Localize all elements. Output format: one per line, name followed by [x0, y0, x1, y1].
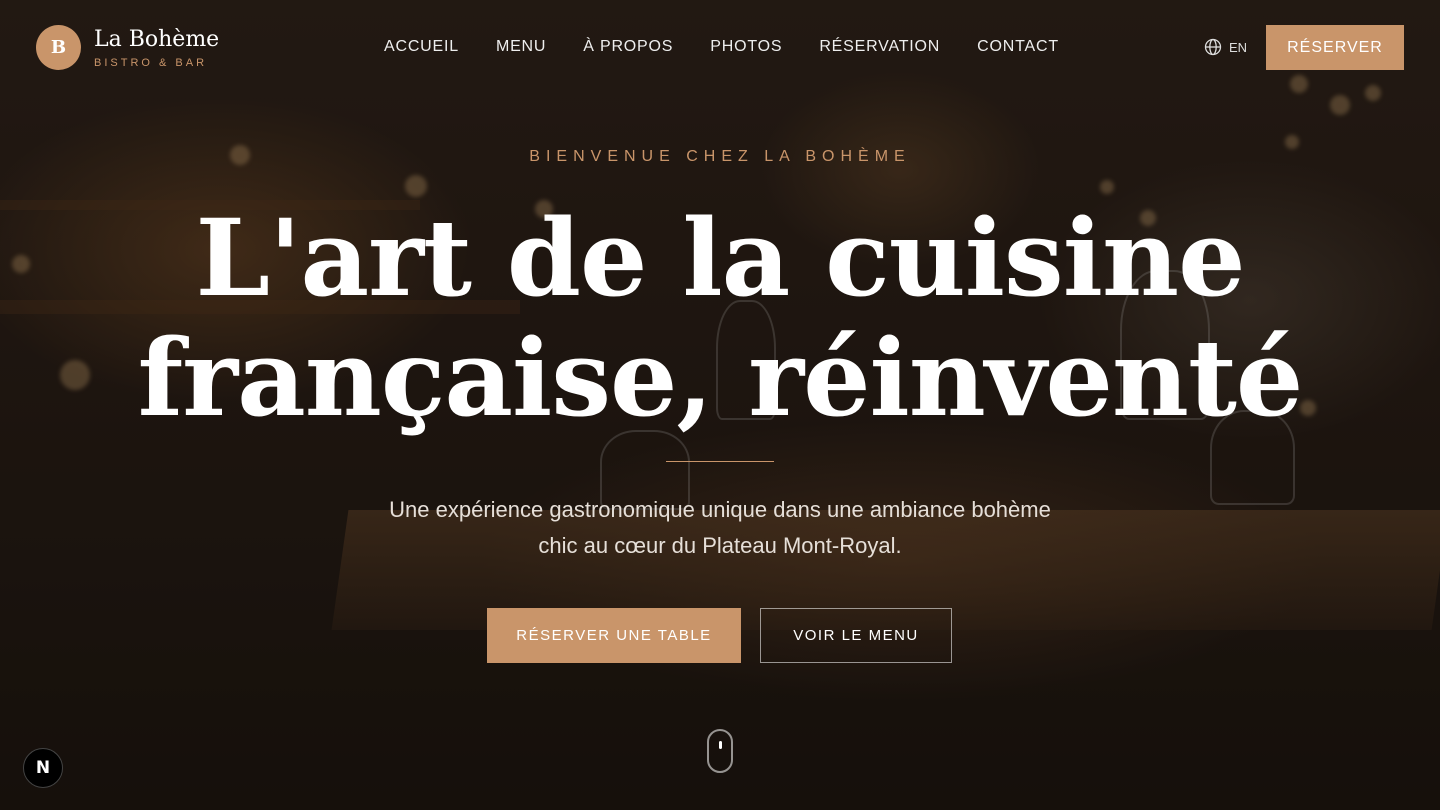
- nav-item-reservation[interactable]: RÉSERVATION: [819, 38, 940, 56]
- hero-divider: [666, 461, 774, 462]
- nav-item-contact[interactable]: CONTACT: [977, 38, 1059, 56]
- scroll-indicator-icon[interactable]: [707, 729, 733, 773]
- globe-icon: [1204, 38, 1222, 56]
- hero-subtitle-line-1: Une expérience gastronomique unique dans…: [389, 497, 1051, 522]
- main-nav: ACCUEIL MENU À PROPOS PHOTOS RÉSERVATION…: [384, 38, 1096, 56]
- logo-badge: B: [36, 25, 81, 70]
- nav-item-photos[interactable]: PHOTOS: [710, 38, 782, 56]
- language-switcher[interactable]: EN: [1204, 38, 1247, 56]
- view-menu-button[interactable]: VOIR LE MENU: [760, 608, 952, 663]
- nav-item-accueil[interactable]: ACCUEIL: [384, 38, 459, 56]
- dev-tools-badge[interactable]: N: [23, 748, 63, 788]
- scroll-indicator-dot: [719, 741, 722, 749]
- brand-logo[interactable]: B La Bohème BISTRO & BAR: [36, 25, 219, 70]
- hero-kicker: BIENVENUE CHEZ LA BOHÈME: [529, 148, 911, 165]
- brand-tagline: BISTRO & BAR: [94, 56, 208, 69]
- logo-text: La Bohème BISTRO & BAR: [94, 27, 219, 69]
- brand-name: La Bohème: [94, 26, 220, 52]
- nav-item-a-propos[interactable]: À PROPOS: [583, 38, 673, 56]
- reserve-table-button[interactable]: RÉSERVER UNE TABLE: [487, 608, 741, 663]
- nav-item-menu[interactable]: MENU: [496, 38, 546, 56]
- site-header: B La Bohème BISTRO & BAR ACCUEIL MENU À …: [0, 0, 1440, 94]
- hero-headline: L'art de la cuisine française, réinventé: [0, 198, 1440, 438]
- hero-headline-line-2: française, réinventé: [137, 315, 1304, 440]
- language-label: EN: [1229, 39, 1248, 55]
- hero-headline-line-1: L'art de la cuisine: [195, 195, 1245, 320]
- hero-subtitle: Une expérience gastronomique unique dans…: [320, 492, 1120, 564]
- hero-subtitle-line-2: chic au cœur du Plateau Mont-Royal.: [538, 533, 902, 558]
- header-reserve-button[interactable]: RÉSERVER: [1266, 25, 1404, 70]
